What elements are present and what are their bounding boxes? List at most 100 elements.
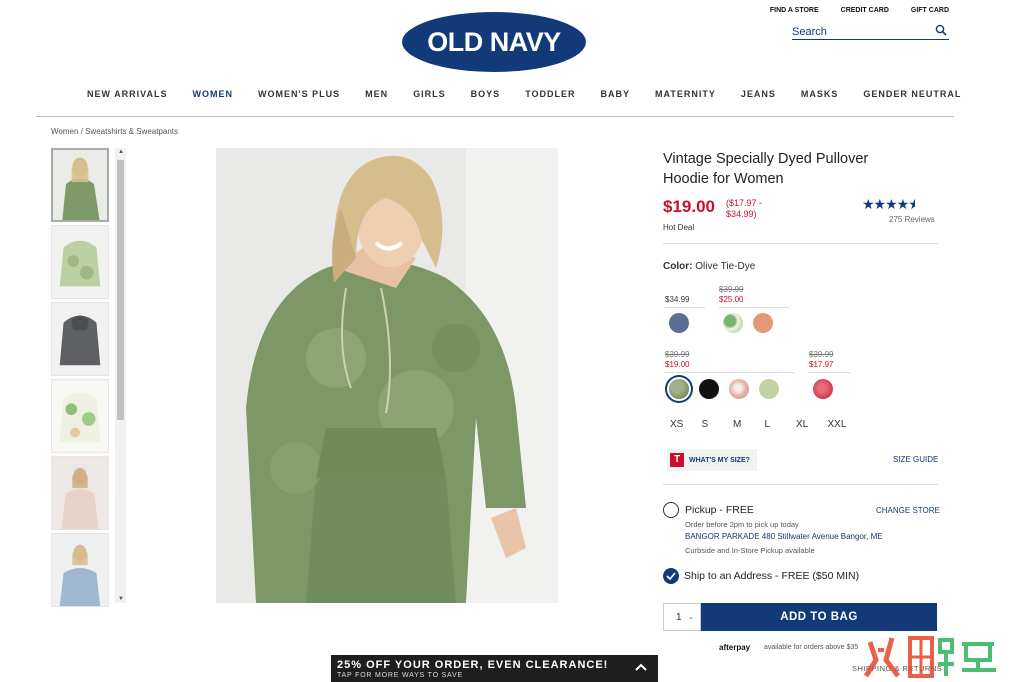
- price-sale: $19.00: [665, 360, 690, 369]
- promo-subtext: TAP FOR MORE WAYS TO SAVE: [337, 672, 463, 679]
- swatch-black[interactable]: [699, 379, 719, 399]
- quantity-select[interactable]: 1 ⌄: [663, 603, 701, 631]
- size-s[interactable]: S: [702, 419, 734, 430]
- price-group-1: $34.99: [665, 295, 705, 308]
- size-xxl[interactable]: XXL: [828, 419, 860, 430]
- swatch-olive-tie-dye[interactable]: [669, 379, 689, 399]
- ship-radio-checked[interactable]: [663, 568, 679, 584]
- nav-divider: [36, 116, 954, 117]
- scrollbar-thumb[interactable]: [117, 160, 124, 420]
- size-l[interactable]: L: [765, 419, 797, 430]
- utility-links: FIND A STORE CREDIT CARD GIFT CARD: [770, 7, 949, 14]
- thumbnail-3[interactable]: [51, 302, 109, 376]
- nav-jeans[interactable]: JEANS: [741, 89, 776, 99]
- nav-gender-neutral[interactable]: GENDER NEUTRAL: [863, 89, 961, 99]
- main-nav: NEW ARRIVALS WOMEN WOMEN'S PLUS MEN GIRL…: [87, 89, 986, 99]
- afterpay-note: available for orders above $35: [764, 644, 859, 651]
- search-bar: [792, 22, 949, 40]
- store-address-link[interactable]: BANGOR PARKADE 480 Stillwater Avenue Ban…: [685, 532, 883, 541]
- product-price: $19.00: [663, 197, 715, 216]
- divider: [663, 484, 938, 485]
- price-old: $39.99: [809, 350, 834, 359]
- divider: [663, 243, 938, 244]
- scroll-up-icon[interactable]: ▲: [118, 149, 124, 155]
- color-label-title: Color:: [663, 261, 693, 272]
- checkmark-icon: [666, 572, 676, 580]
- nav-masks[interactable]: MASKS: [801, 89, 839, 99]
- hot-deal-label: Hot Deal: [663, 223, 695, 232]
- whats-my-size-button[interactable]: T WHAT'S MY SIZE?: [667, 449, 757, 471]
- swatch-pink-tie-dye[interactable]: [729, 379, 749, 399]
- nav-new-arrivals[interactable]: NEW ARRIVALS: [87, 89, 168, 99]
- price-regular: $34.99: [665, 295, 690, 304]
- add-to-bag-button[interactable]: ADD TO BAG: [701, 603, 937, 631]
- thumbnail-5[interactable]: [51, 456, 109, 530]
- true-fit-icon: T: [670, 453, 684, 467]
- breadcrumb[interactable]: Women / Sweatshirts & Sweatpants: [51, 127, 178, 136]
- swatch-red-tie-dye[interactable]: [813, 379, 833, 399]
- logo-text: OLD NAVY: [427, 26, 561, 57]
- change-store-link[interactable]: CHANGE STORE: [876, 506, 940, 515]
- chevron-down-icon: ⌄: [688, 614, 694, 621]
- promo-banner[interactable]: 25% OFF YOUR ORDER, EVEN CLEARANCE! TAP …: [331, 655, 658, 682]
- pickup-note: Order before 2pm to pick up today: [685, 520, 799, 529]
- swatch-navy[interactable]: [669, 313, 689, 333]
- nav-maternity[interactable]: MATERNITY: [655, 89, 716, 99]
- swatch-peach[interactable]: [753, 313, 773, 333]
- rating-stars[interactable]: ★★★★★: [862, 196, 915, 213]
- size-xs[interactable]: XS: [670, 419, 702, 430]
- ship-label[interactable]: Ship to an Address - FREE ($50 MIN): [684, 570, 859, 582]
- afterpay-logo: afterpay: [719, 643, 751, 652]
- price-group-underline: [665, 372, 795, 373]
- star-icons: ★★★★: [862, 196, 909, 212]
- nav-men[interactable]: MEN: [365, 89, 388, 99]
- search-input[interactable]: [792, 26, 922, 38]
- main-product-image[interactable]: [216, 148, 558, 603]
- color-value: Olive Tie-Dye: [695, 261, 756, 272]
- size-selector: XS S M L XL XXL: [670, 419, 859, 430]
- product-title: Vintage Specially Dyed Pullover Hoodie f…: [663, 151, 869, 187]
- search-icon[interactable]: [935, 24, 947, 36]
- thumbnail-4[interactable]: [51, 379, 109, 453]
- swatch-sage[interactable]: [759, 379, 779, 399]
- price-range: ($17.97 - $34.99): [726, 198, 763, 219]
- scroll-down-icon[interactable]: ▼: [118, 596, 124, 602]
- thumbnail-1[interactable]: [51, 148, 109, 222]
- chevron-up-icon[interactable]: [634, 662, 648, 672]
- nav-women[interactable]: WOMEN: [193, 89, 234, 99]
- nav-baby[interactable]: BABY: [601, 89, 631, 99]
- size-guide-link[interactable]: SIZE GUIDE: [893, 455, 938, 464]
- thumbnail-2[interactable]: [51, 225, 109, 299]
- pickup-radio[interactable]: [663, 502, 679, 518]
- price-group-underline: [665, 307, 705, 308]
- price-group-underline: [809, 372, 851, 373]
- old-navy-logo[interactable]: OLD NAVY: [402, 12, 586, 72]
- quantity-value: 1: [676, 612, 682, 623]
- thumbnail-scrollbar[interactable]: ▲ ▼: [115, 148, 126, 603]
- price-group-2: $39.99 $25.00: [719, 285, 789, 308]
- price-group-underline: [719, 307, 789, 308]
- promo-headline: 25% OFF YOUR ORDER, EVEN CLEARANCE!: [337, 659, 609, 671]
- find-a-store-link[interactable]: FIND A STORE: [770, 7, 819, 14]
- swatch-green-tie-dye[interactable]: [723, 313, 743, 333]
- nav-toddler[interactable]: TODDLER: [525, 89, 575, 99]
- watermark-logo: [863, 636, 996, 678]
- price-sale: $25.00: [719, 295, 744, 304]
- price-group-3: $39.99 $19.00: [665, 350, 795, 373]
- size-m[interactable]: M: [733, 419, 765, 430]
- pickup-label[interactable]: Pickup - FREE: [685, 504, 754, 516]
- nav-girls[interactable]: GIRLS: [413, 89, 446, 99]
- nav-boys[interactable]: BOYS: [471, 89, 501, 99]
- size-xl[interactable]: XL: [796, 419, 828, 430]
- half-star-icon: ★: [908, 196, 916, 212]
- credit-card-link[interactable]: CREDIT CARD: [841, 7, 889, 14]
- thumbnail-6[interactable]: [51, 533, 109, 607]
- gift-card-link[interactable]: GIFT CARD: [911, 7, 949, 14]
- price-old: $39.99: [719, 285, 744, 294]
- nav-womens-plus[interactable]: WOMEN'S PLUS: [258, 89, 340, 99]
- price-group-4: $39.99 $17.97: [809, 350, 851, 373]
- price-old: $39.99: [665, 350, 690, 359]
- review-count[interactable]: 275 Reviews: [889, 215, 935, 224]
- price-sale: $17.97: [809, 360, 834, 369]
- thumbnail-list: [51, 148, 111, 610]
